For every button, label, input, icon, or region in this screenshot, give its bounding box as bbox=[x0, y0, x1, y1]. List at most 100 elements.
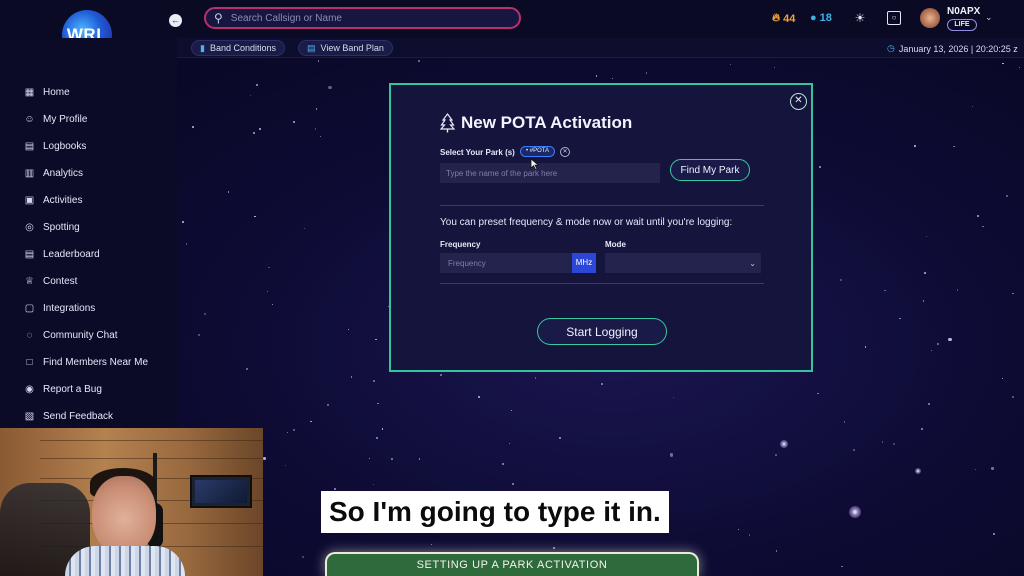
frequency-input[interactable] bbox=[440, 253, 572, 273]
clear-tag-icon[interactable]: ✕ bbox=[560, 147, 570, 157]
person-head bbox=[92, 476, 156, 554]
chat-icon: ◌ bbox=[26, 329, 33, 341]
mode-select[interactable]: ⌄ bbox=[605, 253, 761, 273]
mouse-cursor-icon bbox=[530, 158, 540, 170]
search-icon: ⚲ bbox=[214, 11, 223, 25]
star bbox=[286, 431, 288, 433]
streak-orange-count: 44 bbox=[783, 12, 796, 25]
sidebar-item-label: Home bbox=[43, 86, 70, 98]
wall-plank bbox=[40, 440, 263, 441]
star bbox=[921, 428, 923, 430]
star bbox=[268, 266, 270, 268]
chevron-down-icon[interactable]: ⌄ bbox=[985, 12, 993, 23]
star bbox=[418, 458, 420, 460]
datetime-text: January 13, 2026 | 20:20:25 z bbox=[898, 43, 1018, 54]
modal-title: New POTA Activation bbox=[440, 113, 632, 133]
membership-badge: LIFE bbox=[947, 19, 977, 31]
sidebar-item-logbooks[interactable]: ▤ Logbooks bbox=[24, 139, 87, 153]
star bbox=[181, 221, 184, 224]
star bbox=[928, 402, 931, 405]
sidebar-item-send-feedback[interactable]: ▧ Send Feedback bbox=[24, 409, 113, 423]
modal-title-text: New POTA Activation bbox=[461, 113, 633, 132]
streak-cyan-count: 18 bbox=[819, 12, 832, 24]
sidebar-item-home[interactable]: ▦ Home bbox=[24, 85, 70, 99]
star bbox=[373, 483, 375, 485]
document-icon: ▤ bbox=[307, 42, 316, 53]
star bbox=[948, 337, 952, 342]
star bbox=[381, 428, 384, 430]
activity-icon: ▣ bbox=[24, 194, 35, 206]
select-park-label: Select Your Park (s) bbox=[440, 148, 515, 157]
search-input[interactable] bbox=[230, 12, 501, 24]
sidebar-item-label: Logbooks bbox=[43, 140, 87, 152]
utc-datetime: ◷ January 13, 2026 | 20:20:25 z bbox=[887, 43, 1018, 54]
clock-icon: ◷ bbox=[887, 43, 895, 53]
target-icon: ◎ bbox=[25, 221, 34, 233]
mhz-unit: MHz bbox=[572, 253, 596, 273]
bright-star bbox=[780, 440, 788, 448]
star bbox=[991, 467, 994, 470]
close-icon[interactable]: ✕ bbox=[790, 93, 807, 110]
star bbox=[937, 342, 939, 345]
mode-label: Mode bbox=[605, 240, 626, 249]
sidebar-item-activities[interactable]: ▣ Activities bbox=[24, 193, 83, 207]
view-band-plan-label: View Band Plan bbox=[320, 43, 384, 53]
sidebar-item-community-chat[interactable]: ◌ Community Chat bbox=[24, 328, 118, 342]
lower-third-banner: SETTING UP A PARK ACTIVATION bbox=[325, 552, 699, 576]
star bbox=[1001, 377, 1004, 379]
bug-icon: ◉ bbox=[25, 383, 34, 395]
star bbox=[271, 303, 273, 305]
bright-star bbox=[849, 506, 861, 518]
sidebar-item-label: Find Members Near Me bbox=[43, 356, 149, 368]
sidebar-item-analytics[interactable]: ▥ Analytics bbox=[24, 166, 83, 180]
new-pota-activation-modal: ✕ New POTA Activation Select Your Park (… bbox=[389, 83, 813, 372]
star bbox=[534, 377, 537, 379]
sidebar-item-report-a-bug[interactable]: ◉ Report a Bug bbox=[24, 382, 102, 396]
star bbox=[245, 367, 248, 370]
star bbox=[775, 453, 778, 456]
trophy-icon: ♕ bbox=[25, 275, 34, 287]
frequency-label: Frequency bbox=[440, 240, 481, 249]
star bbox=[956, 289, 959, 291]
flame-icon: 🔥︎ bbox=[772, 12, 781, 24]
view-band-plan-button[interactable]: ▤ View Band Plan bbox=[298, 40, 393, 56]
theme-sun-icon[interactable]: ☀ bbox=[853, 11, 867, 25]
chart-icon: ▥ bbox=[24, 167, 35, 179]
star bbox=[884, 289, 886, 292]
park-search-input[interactable] bbox=[440, 163, 660, 183]
star bbox=[1012, 396, 1014, 398]
monitor-screen bbox=[195, 480, 247, 503]
sidebar-item-label: Integrations bbox=[43, 302, 96, 314]
feedback-icon: ▧ bbox=[24, 410, 35, 422]
sidebar-item-spotting[interactable]: ◎ Spotting bbox=[24, 220, 80, 234]
star bbox=[440, 373, 442, 376]
preset-instructions: You can preset frequency & mode now or w… bbox=[440, 217, 733, 228]
star bbox=[512, 483, 514, 485]
sidebar-item-label: Community Chat bbox=[43, 329, 118, 341]
streak-cyan[interactable]: ● 18 bbox=[810, 12, 832, 24]
sidebar-item-leaderboard[interactable]: ▤ Leaderboard bbox=[24, 247, 100, 261]
pota-tag[interactable]: • #POTA bbox=[520, 146, 555, 157]
star bbox=[737, 528, 739, 530]
sidebar-item-label: Leaderboard bbox=[43, 248, 100, 260]
sidebar-item-contest[interactable]: ♕ Contest bbox=[24, 274, 77, 288]
chevron-down-icon: ⌄ bbox=[749, 258, 756, 268]
find-my-park-button[interactable]: Find My Park bbox=[670, 159, 750, 181]
sidebar-item-my-profile[interactable]: ☺ My Profile bbox=[24, 112, 87, 126]
sidebar-item-find-members-near-me[interactable]: □ Find Members Near Me bbox=[24, 355, 148, 369]
star bbox=[477, 395, 480, 398]
search-bar[interactable]: ⚲ bbox=[204, 7, 521, 29]
collapse-sidebar-button[interactable]: ← bbox=[169, 14, 182, 27]
sidebar-item-integrations[interactable]: ▢ Integrations bbox=[24, 301, 96, 315]
divider bbox=[440, 205, 764, 206]
streak-orange[interactable]: 🔥︎ 44 bbox=[772, 12, 795, 25]
screen-icon[interactable]: ○ bbox=[887, 11, 901, 25]
band-conditions-button[interactable]: ▮ Band Conditions bbox=[191, 40, 285, 56]
star bbox=[255, 84, 258, 87]
user-callsign[interactable]: N0APX bbox=[947, 6, 980, 17]
sidebar-item-label: Spotting bbox=[43, 221, 80, 233]
sidebar-item-label: Activities bbox=[43, 194, 83, 206]
star bbox=[292, 120, 295, 123]
avatar[interactable] bbox=[920, 8, 940, 28]
start-logging-button[interactable]: Start Logging bbox=[537, 318, 667, 345]
